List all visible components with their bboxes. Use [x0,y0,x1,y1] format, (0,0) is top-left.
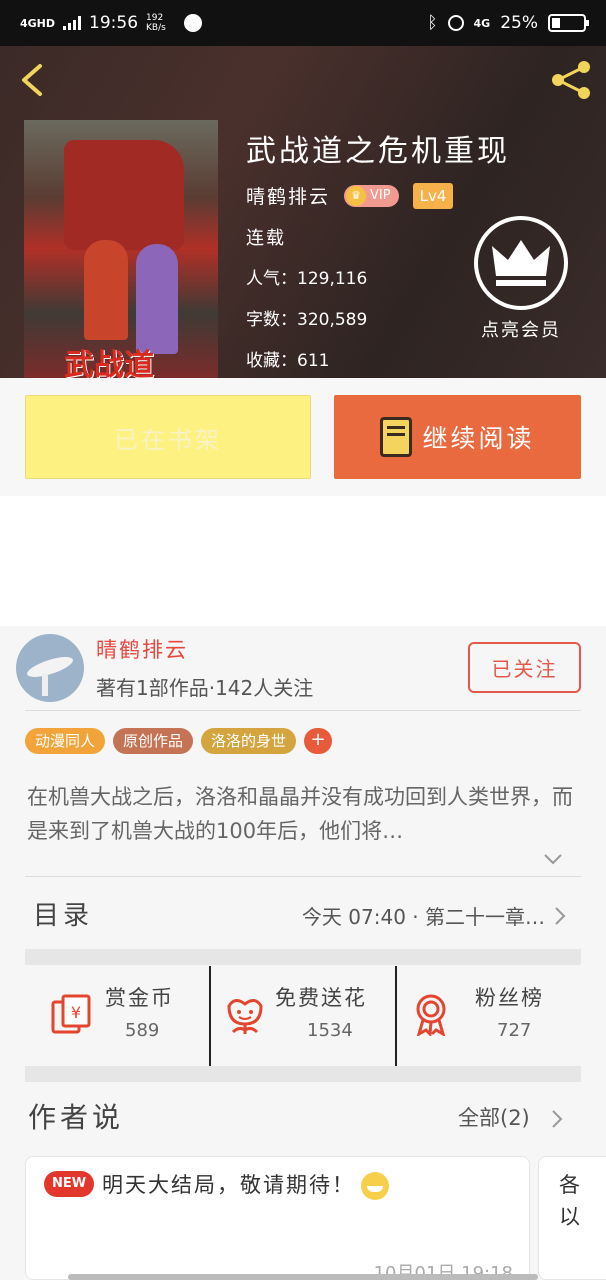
continue-reading-button[interactable]: 继续阅读 [334,395,581,479]
status-bar: 4GHD 19:56 192 KB/s ᛒ 4G 25% [0,0,606,46]
red-envelope-icon: ¥ [51,994,91,1034]
tag-item[interactable]: 洛洛的身世 [201,728,297,754]
membership-crown-button[interactable] [474,216,568,310]
author-line: 晴鹤排云 ♛ VIP Lv4 [246,182,454,209]
rewards-row: ¥ 赏金币 589 免费送花 1534 粉丝榜 727 [25,966,581,1066]
grin-emoji-icon [361,1172,389,1200]
book-title: 武战道之危机重现 [246,134,510,169]
message-preview: 各以 [559,1173,580,1229]
fan-ranking-button[interactable]: 粉丝榜 727 [395,966,581,1066]
book-cover[interactable]: 武战道 [24,120,218,378]
horizontal-scrollbar[interactable] [68,1274,538,1280]
reward-coins-button[interactable]: ¥ 赏金币 589 [25,966,209,1066]
app-notification-icon [183,14,202,32]
medal-icon [416,994,446,1036]
divider [25,710,581,711]
membership-label[interactable]: 点亮会员 [466,316,576,342]
latest-chapter: 今天 07:40 · 第二十一章… [301,905,545,929]
in-shelf-button[interactable]: 已在书架 [25,395,311,479]
word-count-stat: 字数：320,589 [246,310,368,330]
favorites-stat: 收藏：611 [246,351,330,371]
author-avatar[interactable] [16,634,84,702]
author-message-card[interactable]: NEW 明天大结局，敬请期待！ 10月01日 19:18 [25,1156,530,1280]
level-badge: Lv4 [412,182,454,209]
toc-label: 目录 [33,901,94,931]
view-all-link[interactable]: 全部(2) [458,1102,530,1132]
vip-crown-icon: ♛ [346,185,367,206]
author-says-heading: 作者说 [28,1101,125,1134]
popularity-stat: 人气：129,116 [246,269,368,289]
battery-icon [548,14,589,32]
section-divider [25,1066,581,1082]
send-flower-button[interactable]: 免费送花 1534 [209,966,395,1066]
content-spacer [0,496,606,626]
chevron-right-icon[interactable] [550,1108,564,1130]
book-header: 武战道 武战道之危机重现 晴鹤排云 ♛ VIP Lv4 连载 人气：129,11… [0,46,606,378]
signal-icon [63,16,82,30]
author-section: 晴鹤排云 著有1部作品·142人关注 已关注 动漫同人 原创作品 洛洛的身世 +… [0,626,606,1280]
tag-list: 动漫同人 原创作品 洛洛的身世 + [25,728,333,754]
author-card-name[interactable]: 晴鹤排云 [96,634,188,664]
reward-value: 589 [125,1020,160,1041]
chevron-right-icon [555,907,566,925]
author-name[interactable]: 晴鹤排云 [246,182,330,209]
author-message-card[interactable]: 各以 [538,1156,606,1280]
vip-badge: ♛ VIP [344,184,399,207]
reward-label: 免费送花 [275,986,367,1010]
section-divider [25,949,581,965]
reward-value: 1534 [307,1020,353,1041]
flower-icon [227,999,263,1034]
author-card-info: 著有1部作品·142人关注 [96,676,314,700]
add-tag-button[interactable]: + [304,728,333,754]
serial-status: 连载 [246,228,286,249]
author-message: 明天大结局，敬请期待！ [102,1169,389,1200]
cover-title: 武战道 [64,348,154,378]
alarm-icon [447,15,464,31]
bluetooth-icon: ᛒ [427,13,438,33]
reward-value: 727 [497,1020,532,1041]
reward-label: 赏金币 [105,986,174,1010]
share-icon[interactable] [548,60,594,100]
book-icon [380,417,413,457]
network-speed: 192 KB/s [146,13,166,33]
tag-item[interactable]: 动漫同人 [25,728,106,754]
back-arrow-icon[interactable] [16,62,48,98]
book-description[interactable]: 在机兽大战之后，洛洛和晶晶并没有成功回到人类世界，而是来到了机兽大战的100年后… [27,780,583,848]
network-indicator: 4GHD [20,16,56,30]
battery-percent: 25% [500,13,538,33]
clock: 19:56 [89,13,139,33]
tag-item[interactable]: 原创作品 [113,728,194,754]
reward-label: 粉丝榜 [475,986,544,1010]
network-type: 4G [473,16,491,30]
svg-text:¥: ¥ [71,1003,81,1022]
chevron-down-icon[interactable] [542,848,564,870]
continue-reading-label: 继续阅读 [422,424,535,453]
action-buttons: 已在书架 继续阅读 [0,378,606,496]
follow-button[interactable]: 已关注 [468,642,581,693]
new-badge: NEW [44,1171,94,1197]
table-of-contents-row[interactable]: 目录 今天 07:40 · 第二十一章… [25,877,581,949]
